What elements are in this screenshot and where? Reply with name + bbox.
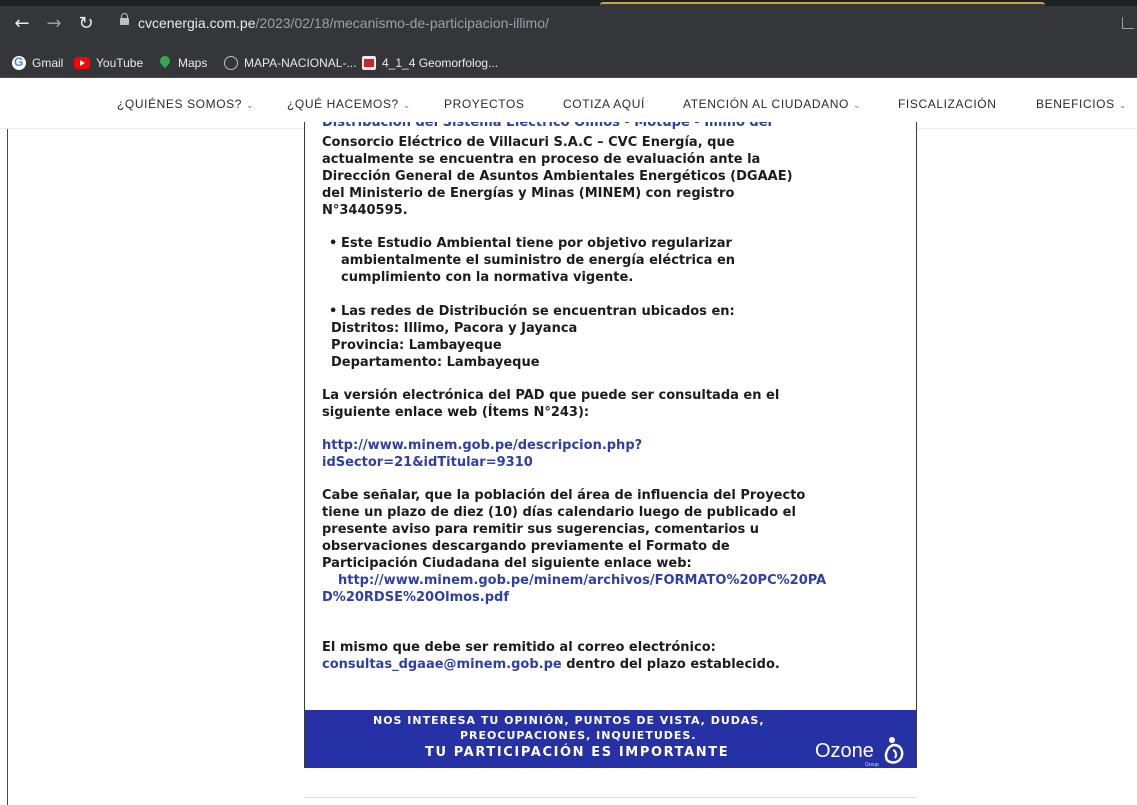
email-link[interactable]: consultas_dgaae@minem.gob.pe [322,657,562,672]
maps-icon [158,56,172,70]
back-arrow-icon[interactable]: ← [12,14,32,34]
gmail-icon [12,55,26,70]
location-line: Departamento: Lambayeque [331,355,540,370]
chevron-down-icon: ⌄ [852,100,862,110]
paragraph-line: Dirección General de Asuntos Ambientales… [322,169,793,184]
paragraph-line: presente aviso para remitir sus sugerenc… [322,522,759,537]
announcement-card: Distribución del Sistema Eléctrico Olmos… [304,122,917,768]
ozone-logo-subtext: Group [865,762,879,768]
paragraph-line: tiene un plazo de diez (10) días calenda… [322,505,796,520]
formato-link[interactable]: D%20RDSE%20Olmos.pdf [322,590,509,605]
browser-toolbar: ← → ↻ cvcenergia.com.pe/2023/02/18/mecan… [0,0,1137,48]
banner-line-2: PREOCUPACIONES, INQUIETUDES. [460,729,697,742]
globe-icon [224,56,238,70]
formato-link[interactable]: http://www.minem.gob.pe/minem/archivos/F… [338,573,826,588]
bookmark-label: Gmail [32,56,64,70]
forward-arrow-icon[interactable]: → [44,14,64,34]
nav-label: COTIZA AQUÍ [563,97,645,111]
paragraph-line: del Ministerio de Energías y Minas (MINE… [322,186,735,201]
location-line: Provincia: Lambayeque [331,338,502,353]
bookmark-youtube[interactable]: YouTube [74,55,143,71]
bullet-item: • Las redes de Distribución se encuentran… [329,304,735,319]
nav-label: BENEFICIOS [1036,97,1115,111]
nav-label: ¿QUÉ HACEMOS? [287,97,399,111]
chevron-down-icon: ⌄ [402,100,411,110]
paragraph-line: N°3440595. [322,203,408,218]
bookmark-label: MAPA-NACIONAL-... [244,56,357,70]
bookmark-label: YouTube [96,56,144,70]
nav-item-que-hacemos[interactable]: ¿QUÉ HACEMOS? ⌄ [287,97,411,111]
ozone-logo-text: Ozone [815,740,874,762]
participation-banner: NOS INTERESA TU OPINIÓN, PUNTOS DE VISTA… [305,710,916,768]
share-icon[interactable] [1122,17,1134,29]
url-text[interactable]: cvcenergia.com.pe/2023/02/18/mecanismo-d… [138,15,549,31]
nav-item-proyectos[interactable]: PROYECTOS [444,97,525,111]
bookmark-gmail[interactable]: Gmail [12,55,63,71]
paragraph-line: observaciones descargando previamente el… [322,539,730,554]
nav-label: ¿QUIÉNES SOMOS? [117,97,243,111]
banner-line-1: NOS INTERESA TU OPINIÓN, PUNTOS DE VISTA… [373,714,765,727]
bookmark-geomorfologia[interactable]: 4_1_4 Geomorfolog... [362,55,498,71]
nav-item-quienes-somos[interactable]: ¿QUIÉNES SOMOS? ⌄ [117,97,254,111]
tab-strip [0,0,1137,6]
nav-item-cotiza-aqui[interactable]: COTIZA AQUÍ [563,97,645,111]
pad-link[interactable]: idSector=21&idTitular=9310 [322,455,533,470]
nav-label: PROYECTOS [444,97,525,111]
nav-item-fiscalizacion[interactable]: FISCALIZACIÓN [898,97,996,111]
lock-icon[interactable] [120,13,129,25]
cut-off-line: Distribución del Sistema Eléctrico Olmos… [322,122,773,130]
bookmark-maps[interactable]: Maps [158,55,207,71]
address-bar[interactable]: cvcenergia.com.pe/2023/02/18/mecanismo-d… [108,12,1128,36]
paragraph-line: Cabe señalar, que la población del área … [322,488,806,503]
email-line: consultas_dgaae@minem.gob.pe dentro del … [322,657,780,672]
email-suffix: dentro del plazo establecido. [561,657,780,672]
chevron-down-icon: ⌄ [1118,100,1127,110]
reload-icon[interactable]: ↻ [76,14,96,34]
paragraph-line: La versión electrónica del PAD que puede… [322,388,780,403]
bullet-dot: • [329,236,338,251]
bullet-text: Este Estudio Ambiental tiene por objetiv… [341,236,732,251]
paragraph-line: siguiente enlace web (Ítems N°243): [322,405,590,420]
banner-line-3: TU PARTICIPACIÓN ES IMPORTANTE [425,745,730,760]
youtube-icon [74,57,90,69]
minem-icon [362,56,376,70]
bookmark-label: 4_1_4 Geomorfolog... [382,56,499,70]
bullet-text-line: cumplimiento con la normativa vigente. [341,270,634,285]
paragraph-line: Consorcio Eléctrico de Villacuri S.A.C –… [322,135,735,150]
nav-label: ATENCIÓN AL CIUDADANO [683,97,849,111]
url-path: /2023/02/18/mecanismo-de-participacion-i… [255,15,549,31]
nav-item-atencion-ciudadano[interactable]: ATENCIÓN AL CIUDADANO ⌄ [683,97,861,111]
bullet-text-line: ambientalmente el suministro de energía … [341,253,736,268]
nav-label: FISCALIZACIÓN [898,97,997,111]
active-tab[interactable] [600,2,1045,6]
paragraph-line: Participación Ciudadana del siguiente en… [322,556,692,571]
paragraph-line: El mismo que debe ser remitido al correo… [322,640,716,655]
page-left-border [7,129,8,805]
bullet-item: • Este Estudio Ambiental tiene por objeti… [329,236,732,251]
paragraph-line: actualmente se encuentra en proceso de e… [322,152,761,167]
bookmark-label: Maps [178,56,208,70]
ozone-logo-icon [884,737,904,764]
bookmarks-bar: Gmail YouTube Maps MAPA-NACIONAL-... 4_1… [0,48,1137,78]
chevron-down-icon: ⌄ [246,100,255,110]
content-divider [304,797,917,798]
nav-item-beneficios[interactable]: BENEFICIOS ⌄ [1036,97,1127,111]
bookmark-mapa-nacional[interactable]: MAPA-NACIONAL-... [224,55,356,71]
location-line: Distritos: Illimo, Pacora y Jayanca [331,321,578,336]
url-host: cvcenergia.com.pe [138,15,256,31]
bullet-text: Las redes de Distribución se encuentran … [341,304,735,319]
pad-link[interactable]: http://www.minem.gob.pe/descripcion.php? [322,438,642,453]
bullet-dot: • [329,304,338,319]
